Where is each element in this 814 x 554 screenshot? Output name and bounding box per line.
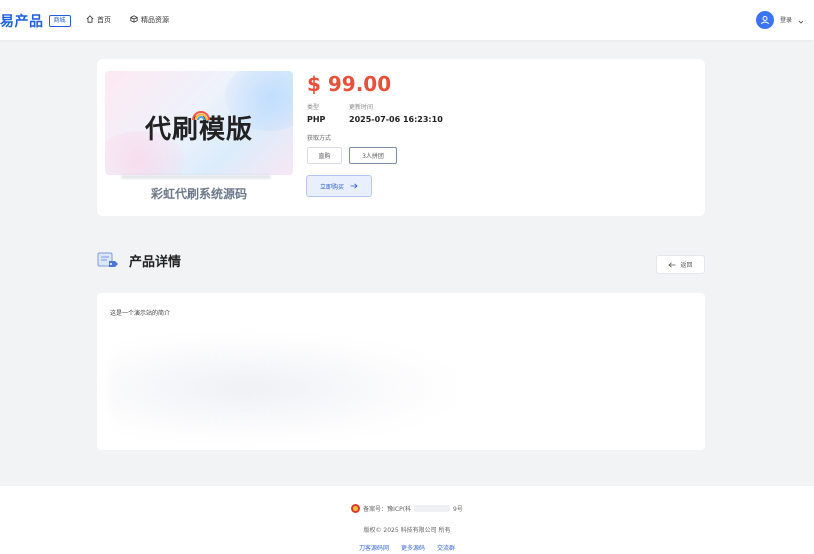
back-label: 返回 <box>680 262 693 269</box>
nav-item-premium[interactable]: 精品资源 <box>130 15 169 25</box>
nav-label-home: 首页 <box>97 16 111 24</box>
arrow-left-icon <box>668 261 676 268</box>
buy-now-button[interactable]: 立即购买 <box>306 175 372 197</box>
document-tag-icon <box>97 252 118 267</box>
option-group-buy[interactable]: 3人拼团 <box>349 147 397 164</box>
buy-now-label: 立即购买 <box>319 183 344 191</box>
type-label: 类型 <box>307 104 320 111</box>
rainbow-icon <box>192 111 210 120</box>
home-icon <box>86 15 94 25</box>
footer-link-site[interactable]: 刀客源码网 <box>359 543 389 552</box>
product-price: $ 99.00 <box>307 72 392 96</box>
brand-badge: 商城 <box>48 15 71 27</box>
nav-item-home[interactable]: 首页 <box>86 15 111 25</box>
details-section-header: 产品详情 <box>97 251 181 270</box>
arrow-right-icon <box>350 183 358 189</box>
product-intro-text: 这是一个演示站的简介 <box>110 310 171 317</box>
avatar[interactable] <box>755 10 774 29</box>
details-title: 产品详情 <box>129 255 182 270</box>
blurred-content <box>107 333 457 443</box>
redacted-block <box>414 505 451 512</box>
product-card: 代刷模版 彩虹代刷系统源码 $ 99.00 类型 更新时间 PHP 2025-0… <box>97 59 705 216</box>
copyright-text: 版权© 2025 科技有限公司 所有 <box>363 527 451 534</box>
top-nav-bar: 易产品 商城 首页 精品资源 登录 <box>0 0 814 40</box>
police-emblem-icon <box>351 504 361 513</box>
updated-value: 2025-07-06 16:23:10 <box>349 115 443 124</box>
user-menu[interactable]: 登录 <box>755 10 804 29</box>
brand-name[interactable]: 易产品 <box>0 11 44 31</box>
product-cover-image: 代刷模版 <box>105 71 293 175</box>
footer-links: 刀客源码网 更多源码 交流群 <box>0 543 814 552</box>
footer: 备案号：豫ICP(科 9号 版权© 2025 科技有限公司 所有 刀客源码网 更… <box>0 486 814 554</box>
footer-link-group[interactable]: 交流群 <box>437 543 455 552</box>
nav-label-premium: 精品资源 <box>141 16 169 24</box>
back-button[interactable]: 返回 <box>656 255 705 274</box>
user-icon <box>760 15 769 24</box>
option-direct-buy[interactable]: 直购 <box>307 147 342 164</box>
details-content-card: 这是一个演示站的简介 <box>97 293 705 450</box>
login-link[interactable]: 登录 <box>780 15 792 24</box>
box-icon <box>130 15 138 25</box>
icp-suffix: 9号 <box>453 506 463 513</box>
product-name: 彩虹代刷系统源码 <box>150 187 247 201</box>
type-value: PHP <box>307 115 326 124</box>
cover-shadow <box>121 175 271 179</box>
icp-prefix: 备案号：豫ICP(科 <box>363 506 412 513</box>
icp-record[interactable]: 备案号：豫ICP(科 9号 <box>0 504 814 513</box>
acquire-label: 获取方式 <box>307 135 332 142</box>
brand-logo[interactable]: 易产品 商城 <box>0 11 71 31</box>
updated-label: 更新时间 <box>349 104 374 111</box>
chevron-down-icon[interactable] <box>798 10 804 29</box>
footer-link-more[interactable]: 更多源码 <box>401 543 425 552</box>
